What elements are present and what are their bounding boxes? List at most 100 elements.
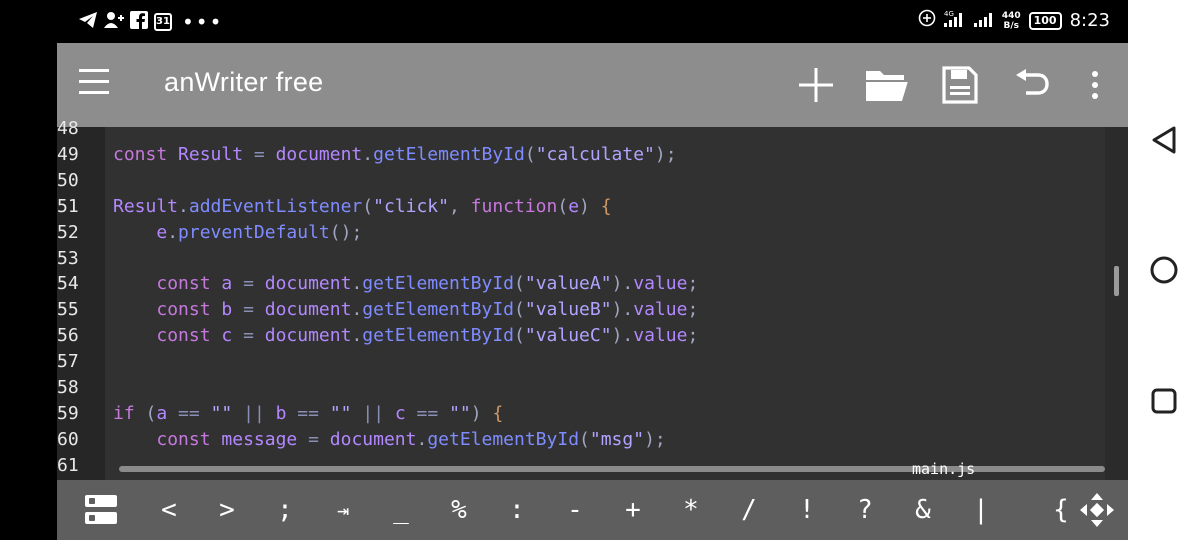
home-icon	[1150, 256, 1178, 284]
symbol-key[interactable]: %	[441, 492, 477, 528]
symbol-key[interactable]: ;	[267, 492, 303, 528]
code-token: value	[633, 325, 688, 347]
code-token: ).	[611, 325, 634, 347]
code-token: (	[362, 195, 374, 217]
line-number: 56	[57, 325, 79, 347]
undo-button[interactable]	[1008, 63, 1056, 107]
code-token: =	[243, 143, 276, 165]
code-token: c	[221, 325, 233, 347]
app-toolbar: anWriter free	[57, 43, 1128, 127]
code-token: ""	[329, 402, 352, 424]
overflow-menu-button[interactable]	[1071, 63, 1119, 107]
code-line[interactable]: e.preventDefault();	[113, 220, 362, 246]
code-line[interactable]: if (a == "" || b == "" || c == "") {	[113, 401, 503, 427]
code-token: if	[113, 402, 135, 424]
code-token: Result	[113, 195, 179, 217]
code-token: =	[232, 299, 265, 321]
code-token: ;	[687, 299, 699, 321]
vertical-scrollbar[interactable]	[1114, 266, 1119, 296]
status-bar: 31 ••• 4G 440 B/s 100 8:23	[0, 0, 1128, 43]
code-line[interactable]: const message = document.getElementById(…	[113, 427, 666, 453]
line-number: 58	[57, 377, 79, 398]
code-token: "click"	[373, 195, 449, 217]
code-token: )	[470, 402, 493, 424]
line-number: 55	[57, 299, 79, 321]
code-token: a	[156, 402, 168, 424]
symbol-key[interactable]: +	[615, 492, 651, 528]
symbol-key[interactable]: !	[789, 492, 825, 528]
code-token: .	[178, 195, 189, 217]
code-editor[interactable]: 48 49 50 51 52 53 54 55 56 57 58 59 60 61 const Resul…	[57, 118, 1128, 532]
code-token: .	[362, 143, 374, 165]
network-speed-value: 440	[1001, 10, 1021, 21]
symbol-key[interactable]: |	[963, 492, 999, 528]
symbol-key[interactable]: _	[383, 492, 419, 528]
code-line[interactable]: const Result = document.getElementById("…	[113, 142, 677, 168]
code-line[interactable]: const a = document.getElementById("value…	[113, 271, 698, 297]
code-token: document	[264, 273, 352, 295]
code-token: document	[329, 428, 417, 450]
code-token: ).	[611, 273, 634, 295]
undo-icon	[1016, 69, 1049, 95]
code-token: function	[470, 195, 558, 217]
code-token: e	[568, 195, 580, 217]
code-token: .	[351, 325, 363, 347]
code-token: preventDefault	[178, 221, 330, 243]
back-button[interactable]	[1148, 124, 1180, 156]
telegram-icon	[78, 11, 98, 34]
line-number: 51	[57, 195, 79, 217]
more-vertical-icon	[1092, 71, 1098, 99]
symbol-key[interactable]: {	[1043, 492, 1079, 528]
code-token: ==	[167, 402, 211, 424]
code-token: b	[275, 402, 287, 424]
code-token: value	[633, 273, 688, 295]
code-line[interactable]: Result.addEventListener("click", functio…	[113, 194, 612, 220]
line-number: 49	[57, 143, 79, 165]
symbol-key[interactable]: <	[151, 492, 187, 528]
code-token: {	[600, 195, 612, 217]
code-token: c	[394, 402, 406, 424]
code-token: getElementById	[362, 299, 515, 321]
symbol-key[interactable]: &	[905, 492, 941, 528]
code-token: const	[156, 273, 211, 295]
symbol-key[interactable]: :	[499, 492, 535, 528]
code-token: );	[644, 428, 666, 450]
recents-icon	[1151, 388, 1177, 414]
battery-icon: 100	[1028, 11, 1062, 30]
system-nav-bar	[1128, 0, 1200, 540]
save-button[interactable]	[936, 63, 984, 107]
code-token: "calculate"	[535, 143, 655, 165]
move-cursor-icon[interactable]	[1079, 492, 1115, 528]
code-token: (	[524, 143, 536, 165]
line-number: 61	[57, 454, 79, 476]
line-number: 48	[57, 118, 79, 139]
recents-button[interactable]	[1148, 385, 1180, 417]
line-number: 52	[57, 221, 79, 243]
symbol-key[interactable]: *	[673, 492, 709, 528]
code-token: (	[514, 325, 525, 347]
code-token: ""	[449, 402, 471, 424]
signal-icon-sim1: 4G	[943, 9, 966, 32]
net-type-label: 4G	[944, 10, 954, 18]
code-token: "valueC"	[524, 325, 612, 347]
code-line[interactable]: const c = document.getElementById("value…	[113, 323, 698, 349]
symbol-key[interactable]: ⇥	[325, 492, 361, 528]
new-file-button[interactable]	[792, 63, 840, 107]
symbol-key[interactable]: ?	[847, 492, 883, 528]
menu-icon[interactable]	[79, 69, 117, 101]
keyboard-toggle-icon[interactable]	[85, 495, 117, 525]
symbol-key[interactable]: >	[209, 492, 245, 528]
code-token: =	[232, 273, 265, 295]
home-button[interactable]	[1148, 254, 1180, 286]
symbol-key[interactable]: /	[731, 492, 767, 528]
code-token: .	[416, 428, 428, 450]
open-folder-button[interactable]	[863, 63, 911, 107]
code-line[interactable]: const b = document.getElementById("value…	[113, 297, 698, 323]
facebook-icon	[130, 10, 148, 34]
calendar-icon: 31	[154, 13, 172, 31]
symbol-key[interactable]: -	[557, 492, 593, 528]
